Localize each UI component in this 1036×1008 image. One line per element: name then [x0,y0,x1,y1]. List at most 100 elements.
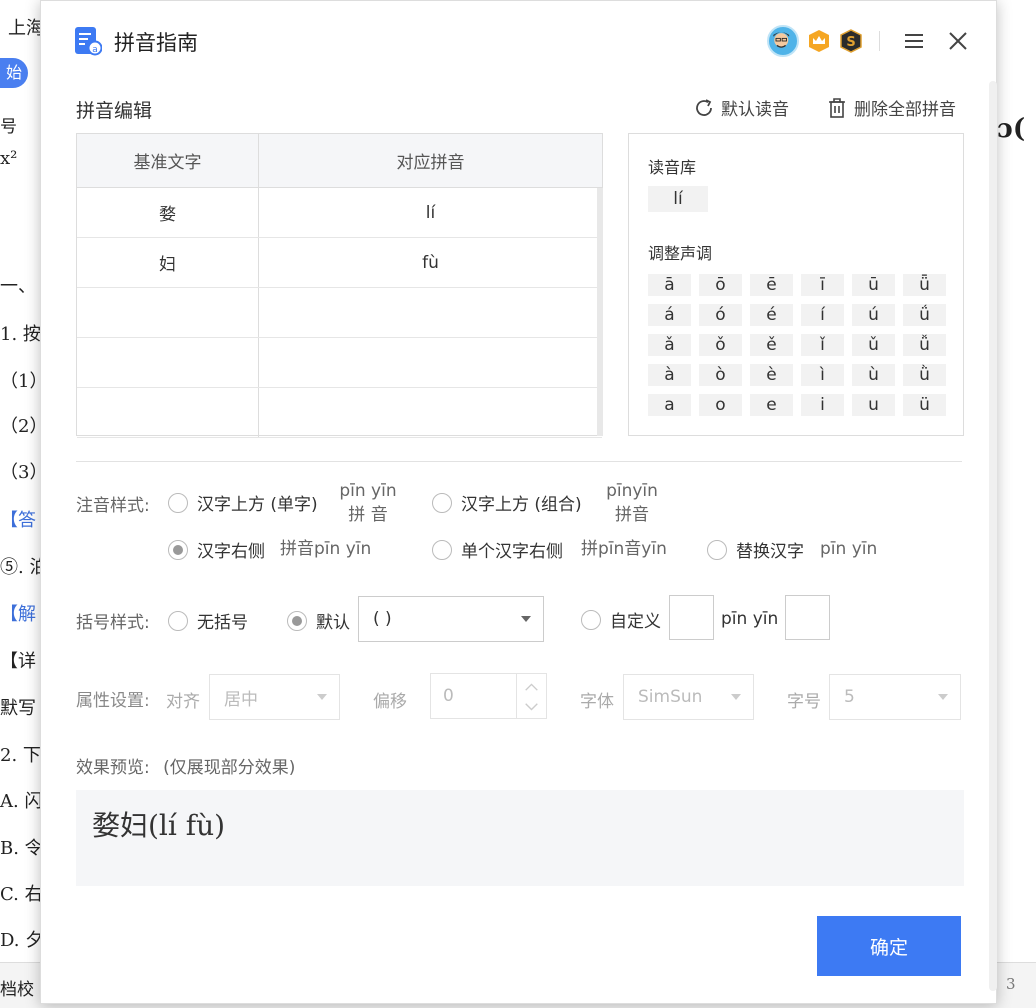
tone-button[interactable]: ǔ [852,334,895,356]
tone-button[interactable]: ǐ [801,334,844,356]
bg-text: 档校 [0,980,34,1000]
radio-label: 默认 [316,613,350,633]
bracket-default-radio[interactable]: 默认 [287,608,350,633]
section-divider [76,461,962,462]
tone-button[interactable]: í [801,304,844,326]
bg-toolbar: ɔ( [996,100,1036,180]
reading-lib-item[interactable]: lí [648,186,708,212]
size-select[interactable]: 5 [829,674,961,720]
tone-button[interactable]: ī [801,274,844,296]
tone-button[interactable]: ǘ [903,304,946,326]
tone-button[interactable]: u [852,394,895,416]
tone-button[interactable]: ū [852,274,895,296]
base-char-cell[interactable] [77,338,259,387]
align-label: 对齐 [166,692,200,712]
delete-all-pinyin-button[interactable]: 删除全部拼音 [826,95,956,120]
style-right-radio[interactable]: 汉字右侧 [168,537,265,562]
size-label: 字号 [787,692,821,712]
bracket-custom-radio[interactable]: 自定义 [581,607,661,632]
tone-button[interactable]: ù [852,364,895,386]
radio-label: 无括号 [197,613,248,633]
style-example: 拼pīn音yīn [581,539,667,559]
bracket-label: 括号样式: [76,613,150,633]
tone-button[interactable]: ō [699,274,742,296]
table-row[interactable] [77,288,602,338]
close-icon[interactable] [947,30,969,52]
radio-label: 替换汉字 [736,542,804,562]
tone-button[interactable]: ó [699,304,742,326]
base-char-cell[interactable] [77,388,259,437]
base-char-cell[interactable]: 妇 [77,238,259,287]
tone-button[interactable]: ò [699,364,742,386]
pinyin-table: 基准文字 对应拼音 婺 lí 妇 fù [76,133,603,438]
tone-button[interactable]: ǜ [903,364,946,386]
custom-middle-text: pīn yīn [721,609,779,629]
tone-button[interactable]: e [750,394,793,416]
offset-value: 0 [443,686,454,706]
style-single-right-radio[interactable]: 单个汉字右侧 [432,537,563,562]
align-select[interactable]: 居中 [209,674,340,720]
menu-icon[interactable] [903,30,925,52]
offset-stepper[interactable]: 0 [430,673,547,719]
bg-text: 2. 下 [0,745,41,766]
radio-label: 汉字上方 (组合) [461,495,582,515]
confirm-button[interactable]: 确定 [817,916,961,976]
preview-box: 婺妇(lí fù) [76,790,964,886]
preview-text: 婺妇(lí fù) [92,809,226,842]
tone-button[interactable]: à [648,364,691,386]
tone-button[interactable]: ǎ [648,334,691,356]
base-char-cell[interactable]: 婺 [77,188,259,237]
style-replace-radio[interactable]: 替换汉字 [707,537,804,562]
table-row[interactable] [77,338,602,388]
tone-button[interactable]: á [648,304,691,326]
tone-button[interactable]: ǖ [903,274,946,296]
table-row[interactable] [77,388,602,438]
tone-button[interactable]: ǚ [903,334,946,356]
radio-label: 单个汉字右侧 [461,542,563,562]
pinyin-cell[interactable] [259,338,602,387]
table-scrollbar[interactable] [597,188,603,436]
pinyin-guide-dialog: a 拼音指南 S 拼音编辑 默认读音 删除全部拼音 基准文字 对应拼音 婺 lí… [40,0,997,1004]
tone-button[interactable]: ā [648,274,691,296]
tone-button[interactable]: ě [750,334,793,356]
bg-text: 上海 [8,18,44,39]
example-top: pīn yīn [339,481,397,501]
tone-button[interactable]: ē [750,274,793,296]
svg-text:S: S [846,35,855,50]
style-above-single-radio[interactable]: 汉字上方 (单字) [168,490,318,515]
tone-button[interactable]: é [750,304,793,326]
font-select[interactable]: SimSun [623,674,754,720]
table-row[interactable]: 妇 fù [77,238,602,288]
bracket-none-radio[interactable]: 无括号 [168,608,248,633]
pinyin-cell[interactable] [259,388,602,437]
base-char-cell[interactable] [77,288,259,337]
document-pinyin-icon: a [75,27,102,56]
tone-button[interactable]: o [699,394,742,416]
dialog-scrollbar[interactable] [989,81,997,991]
tone-button[interactable]: ú [852,304,895,326]
s-member-icon[interactable]: S [839,29,863,53]
bg-text: 1. 按 [0,324,41,345]
tone-button[interactable]: è [750,364,793,386]
custom-right-bracket-input[interactable] [785,595,830,640]
tone-button[interactable]: i [801,394,844,416]
bracket-select[interactable]: ( ) [358,596,544,642]
align-value: 居中 [224,689,258,710]
pinyin-cell[interactable] [259,288,602,337]
pinyin-cell[interactable]: lí [259,188,602,237]
bg-text: x² [0,148,18,169]
default-reading-button[interactable]: 默认读音 [693,95,789,120]
style-above-group-radio[interactable]: 汉字上方 (组合) [432,490,582,515]
table-row[interactable]: 婺 lí [77,188,602,238]
stepper-arrows-icon[interactable] [516,674,546,718]
pinyin-cell[interactable]: fù [259,238,602,287]
tone-button[interactable]: ǒ [699,334,742,356]
tone-button[interactable]: ì [801,364,844,386]
table-header: 基准文字 对应拼音 [77,134,602,188]
tone-button[interactable]: ü [903,394,946,416]
user-avatar[interactable] [767,25,799,57]
tone-button[interactable]: a [648,394,691,416]
crown-vip-icon[interactable] [807,29,831,53]
example-bottom: 拼 音 [348,505,388,525]
custom-left-bracket-input[interactable] [669,595,714,640]
